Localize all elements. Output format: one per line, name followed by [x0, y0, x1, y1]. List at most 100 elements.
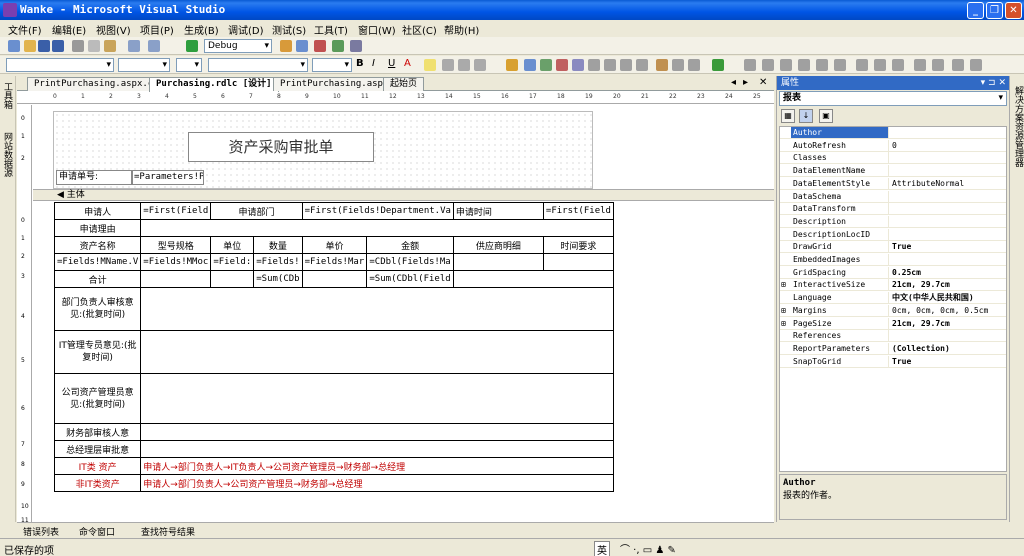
layout-icon-7[interactable] [620, 59, 632, 71]
property-row-snaptogrid[interactable]: SnapToGrid True [780, 355, 1006, 368]
finance-label[interactable]: 财务部审核人意 [53, 423, 142, 441]
detail-asset-name[interactable]: =Fields!MName.V [53, 253, 142, 271]
ime-indicator[interactable]: 英 [594, 541, 610, 556]
layout-icon-12[interactable] [712, 59, 724, 71]
property-name[interactable]: EmbeddedImages [791, 254, 889, 265]
tab-scroll-right-icon[interactable]: ▸ [743, 77, 748, 88]
report-design-surface[interactable]: 资产采购审批单 申请单号: =Parameters!P ◀ 主体 申请人 =Fi… [33, 105, 774, 522]
layout-icon-8[interactable] [636, 59, 648, 71]
properties-object-select[interactable]: 报表 [779, 91, 1007, 106]
form-no-value[interactable]: =Parameters!P [132, 170, 204, 185]
copy-icon[interactable] [88, 40, 100, 52]
property-value[interactable]: True [892, 356, 1006, 367]
it-admin-opinion-label[interactable]: IT管理专员意见:(批复时间) [53, 330, 142, 374]
total-empty-4[interactable] [452, 270, 614, 288]
total-qty[interactable]: =Sum(CDb [253, 270, 303, 288]
align-rights-icon[interactable] [780, 59, 792, 71]
property-row-reportparameters[interactable]: ReportParameters (Collection) [780, 342, 1006, 355]
report-title[interactable]: 资产采购审批单 [188, 132, 374, 162]
font-name-select[interactable] [6, 58, 114, 72]
underline-icon[interactable]: U [388, 58, 395, 69]
vspacing-icon[interactable] [932, 59, 944, 71]
detail-time-req[interactable] [542, 253, 614, 271]
property-name[interactable]: InteractiveSize [791, 279, 889, 291]
header-asset-name[interactable]: 资产名称 [53, 236, 142, 254]
property-name[interactable]: Author [791, 127, 889, 138]
asset-admin-opinion-label[interactable]: 公司资产管理员意见:(批复时间) [53, 373, 142, 424]
command-window-tab[interactable]: 命令窗口 [79, 525, 115, 538]
solution-explorer-tab[interactable]: 解决方案资源管理器 [1012, 86, 1024, 167]
property-row-classes[interactable]: Classes [780, 152, 1006, 165]
save-all-icon[interactable] [52, 40, 64, 52]
reason-label[interactable]: 申请理由 [53, 219, 142, 237]
bring-front-icon[interactable] [952, 59, 964, 71]
layout-icon-2[interactable] [540, 59, 552, 71]
header-amount[interactable]: 金额 [366, 236, 454, 254]
property-row-pagesize[interactable]: ⊞ PageSize 21cm, 29.7cm [780, 317, 1006, 330]
find-symbol-results-tab[interactable]: 查找符号结果 [141, 525, 195, 538]
send-back-icon[interactable] [970, 59, 982, 71]
error-list-tab[interactable]: 错误列表 [23, 525, 59, 538]
property-name[interactable]: DrawGrid [791, 241, 889, 253]
font-size-select[interactable] [118, 58, 170, 72]
new-project-icon[interactable] [8, 40, 20, 52]
property-name[interactable]: Classes [791, 152, 889, 164]
dept-head-opinion-label[interactable]: 部门负责人审核意见:(批复时间) [53, 287, 142, 331]
align-left-icon[interactable] [442, 59, 454, 71]
ime-icons[interactable]: ⌒ ·, ▭ ♟ ✎ [620, 541, 676, 556]
header-supplier[interactable]: 供应商明细 [452, 236, 544, 254]
department-label[interactable]: 申请部门 [210, 202, 303, 220]
property-name[interactable]: ReportParameters [791, 342, 889, 354]
layout-icon-11[interactable] [688, 59, 700, 71]
layout-icon-9[interactable] [656, 59, 668, 71]
applicant-label[interactable]: 申请人 [53, 202, 142, 220]
property-name[interactable]: DataSchema [791, 190, 889, 202]
save-icon[interactable] [38, 40, 50, 52]
property-row-author[interactable]: Author [780, 127, 1006, 139]
property-row-dataschema[interactable]: DataSchema [780, 190, 1006, 203]
property-name[interactable]: PageSize [791, 317, 889, 329]
property-name[interactable]: DescriptionLocID [791, 228, 889, 240]
paste-icon[interactable] [104, 40, 116, 52]
non-it-asset-type[interactable]: 非IT类资产 [53, 474, 142, 492]
tab-purchasing-rdlc[interactable]: Purchasing.rdlc [设计] [149, 77, 279, 92]
property-value[interactable]: 中文(中华人民共和国) [892, 292, 1006, 303]
total-empty-1[interactable] [140, 270, 212, 288]
property-row-autorefresh[interactable]: AutoRefresh 0 [780, 139, 1006, 152]
property-row-gridspacing[interactable]: GridSpacing 0.25cm [780, 266, 1006, 279]
bold-icon[interactable]: B [356, 58, 364, 69]
layout-icon-4[interactable] [572, 59, 584, 71]
property-value[interactable]: 21cm, 29.7cm [892, 318, 1006, 329]
tab-close-icon[interactable]: ✕ [759, 77, 767, 88]
property-name[interactable]: Language [791, 292, 889, 304]
menu-build[interactable]: 生成(B) [184, 22, 219, 37]
property-row-dataelementstyle[interactable]: DataElementStyle AttributeNormal [780, 177, 1006, 190]
property-row-language[interactable]: Language 中文(中华人民共和国) [780, 292, 1006, 305]
property-row-datatransform[interactable]: DataTransform [780, 203, 1006, 216]
property-name[interactable]: References [791, 330, 889, 342]
panel-pin-close-icon[interactable]: ▾ ⊐ ✕ [981, 76, 1006, 90]
header-model[interactable]: 型号规格 [140, 236, 212, 254]
property-name[interactable]: DataElementName [791, 165, 889, 177]
property-name[interactable]: SnapToGrid [791, 355, 889, 367]
page-header-section[interactable]: 资产采购审批单 申请单号: =Parameters!P [53, 111, 593, 189]
menu-test[interactable]: 测试(S) [272, 22, 306, 37]
maximize-button[interactable]: ❐ [986, 2, 1003, 19]
solution-explorer-icon[interactable] [296, 40, 308, 52]
property-name[interactable]: DataTransform [791, 203, 889, 215]
property-row-interactivesize[interactable]: ⊞ InteractiveSize 21cm, 29.7cm [780, 279, 1006, 292]
property-value[interactable]: (Collection) [892, 343, 1006, 354]
property-value[interactable]: 21cm, 29.7cm [892, 279, 1006, 290]
menu-help[interactable]: 帮助(H) [444, 22, 479, 37]
total-label[interactable]: 合计 [53, 270, 142, 288]
apply-time-value[interactable]: =First(Field [542, 202, 614, 220]
total-amount[interactable]: =Sum(CDbl(Field [366, 270, 454, 288]
property-name[interactable]: AutoRefresh [791, 139, 889, 151]
body-section-bar[interactable]: ◀ 主体 [33, 189, 774, 201]
menu-project[interactable]: 项目(P) [140, 22, 174, 37]
menu-community[interactable]: 社区(C) [402, 22, 437, 37]
tab-printpurchasing-cs[interactable]: PrintPurchasing.aspx.cs [27, 77, 166, 91]
solution-config-select[interactable]: Debug [204, 39, 272, 53]
property-row-drawgrid[interactable]: DrawGrid True [780, 241, 1006, 254]
close-button[interactable]: ✕ [1005, 2, 1022, 19]
